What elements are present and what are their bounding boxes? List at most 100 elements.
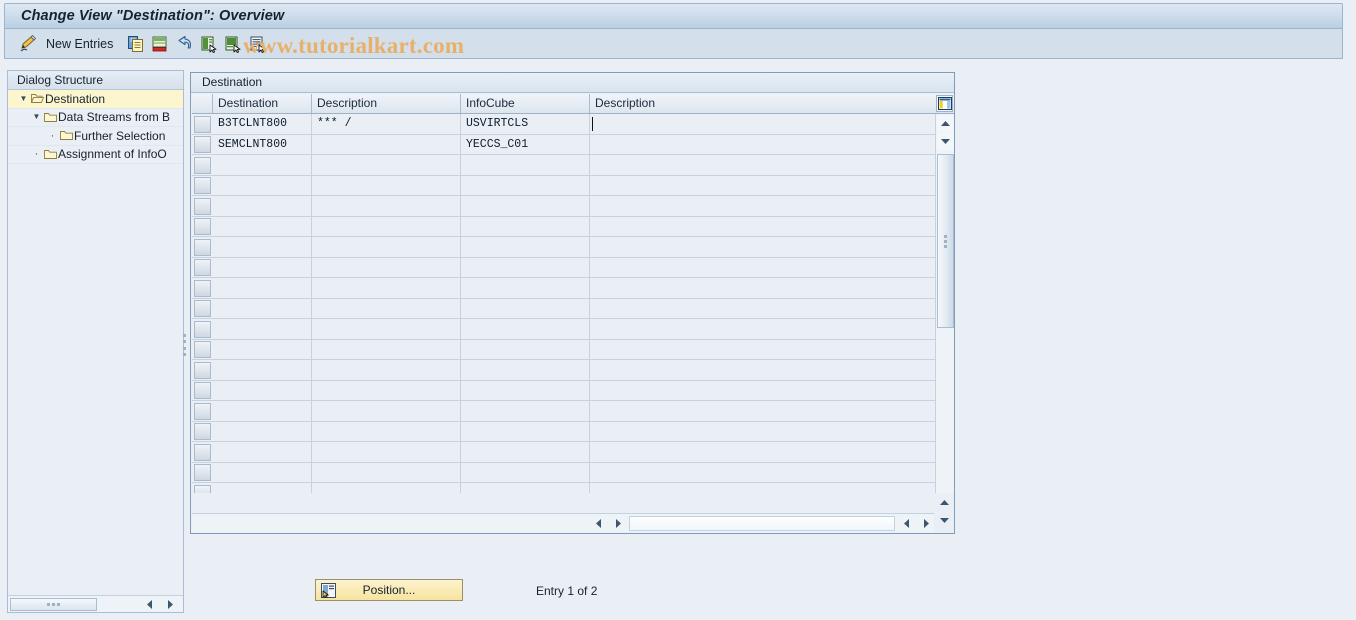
table-cell[interactable] (461, 380, 590, 401)
scroll-right-arrow-1[interactable] (610, 516, 625, 531)
table-cell[interactable] (312, 483, 461, 493)
table-cell[interactable] (590, 278, 935, 298)
delete-row-icon[interactable] (150, 29, 170, 59)
scroll-up-arrow[interactable] (937, 115, 954, 132)
horizontal-scroll-track[interactable] (629, 516, 895, 531)
table-cell[interactable] (213, 483, 312, 493)
new-entries-button[interactable]: New Entries (46, 29, 113, 59)
table-cell[interactable] (213, 442, 312, 462)
table-cell[interactable] (213, 401, 312, 421)
table-row[interactable] (192, 380, 935, 401)
table-row[interactable] (192, 298, 935, 319)
table-cell[interactable] (213, 339, 312, 360)
row-select-button[interactable] (194, 115, 211, 133)
scroll-page-up-arrow[interactable] (936, 494, 953, 511)
table-row[interactable] (192, 216, 935, 237)
table-cell[interactable]: *** / (312, 114, 461, 134)
table-cell[interactable]: YECCS_C01 (461, 134, 590, 155)
row-select-button[interactable] (194, 423, 211, 440)
column-header-description-1[interactable]: Description (312, 94, 461, 113)
table-cell[interactable] (461, 278, 590, 298)
table-row[interactable] (192, 462, 935, 483)
table-cell[interactable] (590, 319, 935, 339)
table-cell[interactable] (461, 421, 590, 442)
chevron-down-icon[interactable]: ▼ (17, 90, 30, 108)
table-cell[interactable] (461, 237, 590, 257)
table-row[interactable] (192, 278, 935, 299)
table-cell[interactable] (590, 135, 935, 155)
table-cell[interactable] (590, 360, 935, 380)
row-select-button[interactable] (194, 443, 211, 461)
table-cell[interactable]: SEMCLNT800 (213, 134, 312, 155)
undo-icon[interactable] (175, 29, 195, 59)
table-cell[interactable]: B3TCLNT800 (213, 114, 312, 134)
table-cell[interactable] (312, 421, 461, 442)
row-select-button[interactable] (194, 361, 211, 379)
table-cell[interactable] (312, 257, 461, 278)
table-row[interactable] (192, 360, 935, 381)
table-cell[interactable] (461, 175, 590, 196)
table-body[interactable]: B3TCLNT800 *** / USVIRTCLS SEMCLNT800 YECCS_… (192, 114, 935, 493)
table-cell[interactable] (312, 462, 461, 483)
table-cell[interactable] (590, 422, 935, 442)
table-row[interactable] (192, 196, 935, 217)
sidebar-scroll-left-arrow[interactable] (143, 598, 157, 611)
table-cell[interactable] (312, 360, 461, 380)
new-entries-pencil-icon[interactable] (17, 29, 41, 59)
scroll-down-arrow[interactable] (937, 133, 954, 150)
table-cell[interactable] (213, 196, 312, 216)
vertical-scroll-thumb[interactable] (937, 154, 954, 328)
sidebar-item-destination[interactable]: ▼ Destination (8, 90, 183, 109)
table-cell[interactable] (312, 216, 461, 237)
table-row[interactable] (192, 175, 935, 196)
table-cell[interactable] (312, 155, 461, 175)
table-cell[interactable] (312, 319, 461, 339)
row-select-all-header[interactable] (192, 94, 213, 113)
table-horizontal-scrollbar[interactable] (192, 513, 934, 532)
table-cell[interactable] (213, 278, 312, 298)
column-header-description-2[interactable]: Description (590, 94, 935, 113)
column-header-destination[interactable]: Destination (213, 94, 312, 113)
table-cell[interactable] (461, 339, 590, 360)
table-row[interactable] (192, 257, 935, 278)
panel-splitter-handle[interactable] (183, 334, 187, 356)
scroll-left-arrow-1[interactable] (591, 516, 606, 531)
column-settings-icon[interactable] (936, 95, 953, 112)
row-select-button[interactable] (194, 300, 211, 317)
table-cell[interactable] (312, 196, 461, 216)
sidebar-item-data-streams[interactable]: ▼ Data Streams from B (8, 109, 183, 127)
chevron-down-icon[interactable]: ▼ (30, 109, 43, 127)
table-cell[interactable] (312, 278, 461, 298)
row-select-button[interactable] (194, 320, 211, 338)
table-cell[interactable] (461, 319, 590, 339)
table-cell[interactable] (590, 463, 935, 483)
table-cell[interactable] (312, 401, 461, 421)
table-row[interactable]: B3TCLNT800 *** / USVIRTCLS (192, 114, 935, 135)
table-cell[interactable] (590, 442, 935, 462)
row-select-button[interactable] (194, 279, 211, 297)
row-select-button[interactable] (194, 218, 211, 235)
table-cell[interactable] (312, 380, 461, 401)
table-cell[interactable] (461, 155, 590, 175)
table-row[interactable] (192, 155, 935, 176)
table-row[interactable] (192, 421, 935, 442)
table-cell[interactable] (590, 299, 935, 319)
table-cell[interactable] (461, 442, 590, 462)
table-cell[interactable] (461, 360, 590, 380)
row-select-button[interactable] (194, 402, 211, 420)
table-cell[interactable] (312, 298, 461, 319)
table-cell[interactable] (590, 176, 935, 196)
table-cell[interactable] (461, 401, 590, 421)
table-cell[interactable] (213, 319, 312, 339)
table-cell[interactable] (590, 217, 935, 237)
table-row[interactable] (192, 483, 935, 493)
sidebar-horizontal-scrollbar[interactable] (8, 595, 183, 612)
table-row[interactable] (192, 339, 935, 360)
table-cell[interactable] (461, 483, 590, 493)
table-cell[interactable] (461, 257, 590, 278)
table-cell[interactable] (590, 258, 935, 278)
table-cell[interactable] (590, 155, 935, 175)
table-cell[interactable] (213, 380, 312, 401)
table-cell[interactable] (213, 155, 312, 175)
table-cell[interactable] (213, 421, 312, 442)
